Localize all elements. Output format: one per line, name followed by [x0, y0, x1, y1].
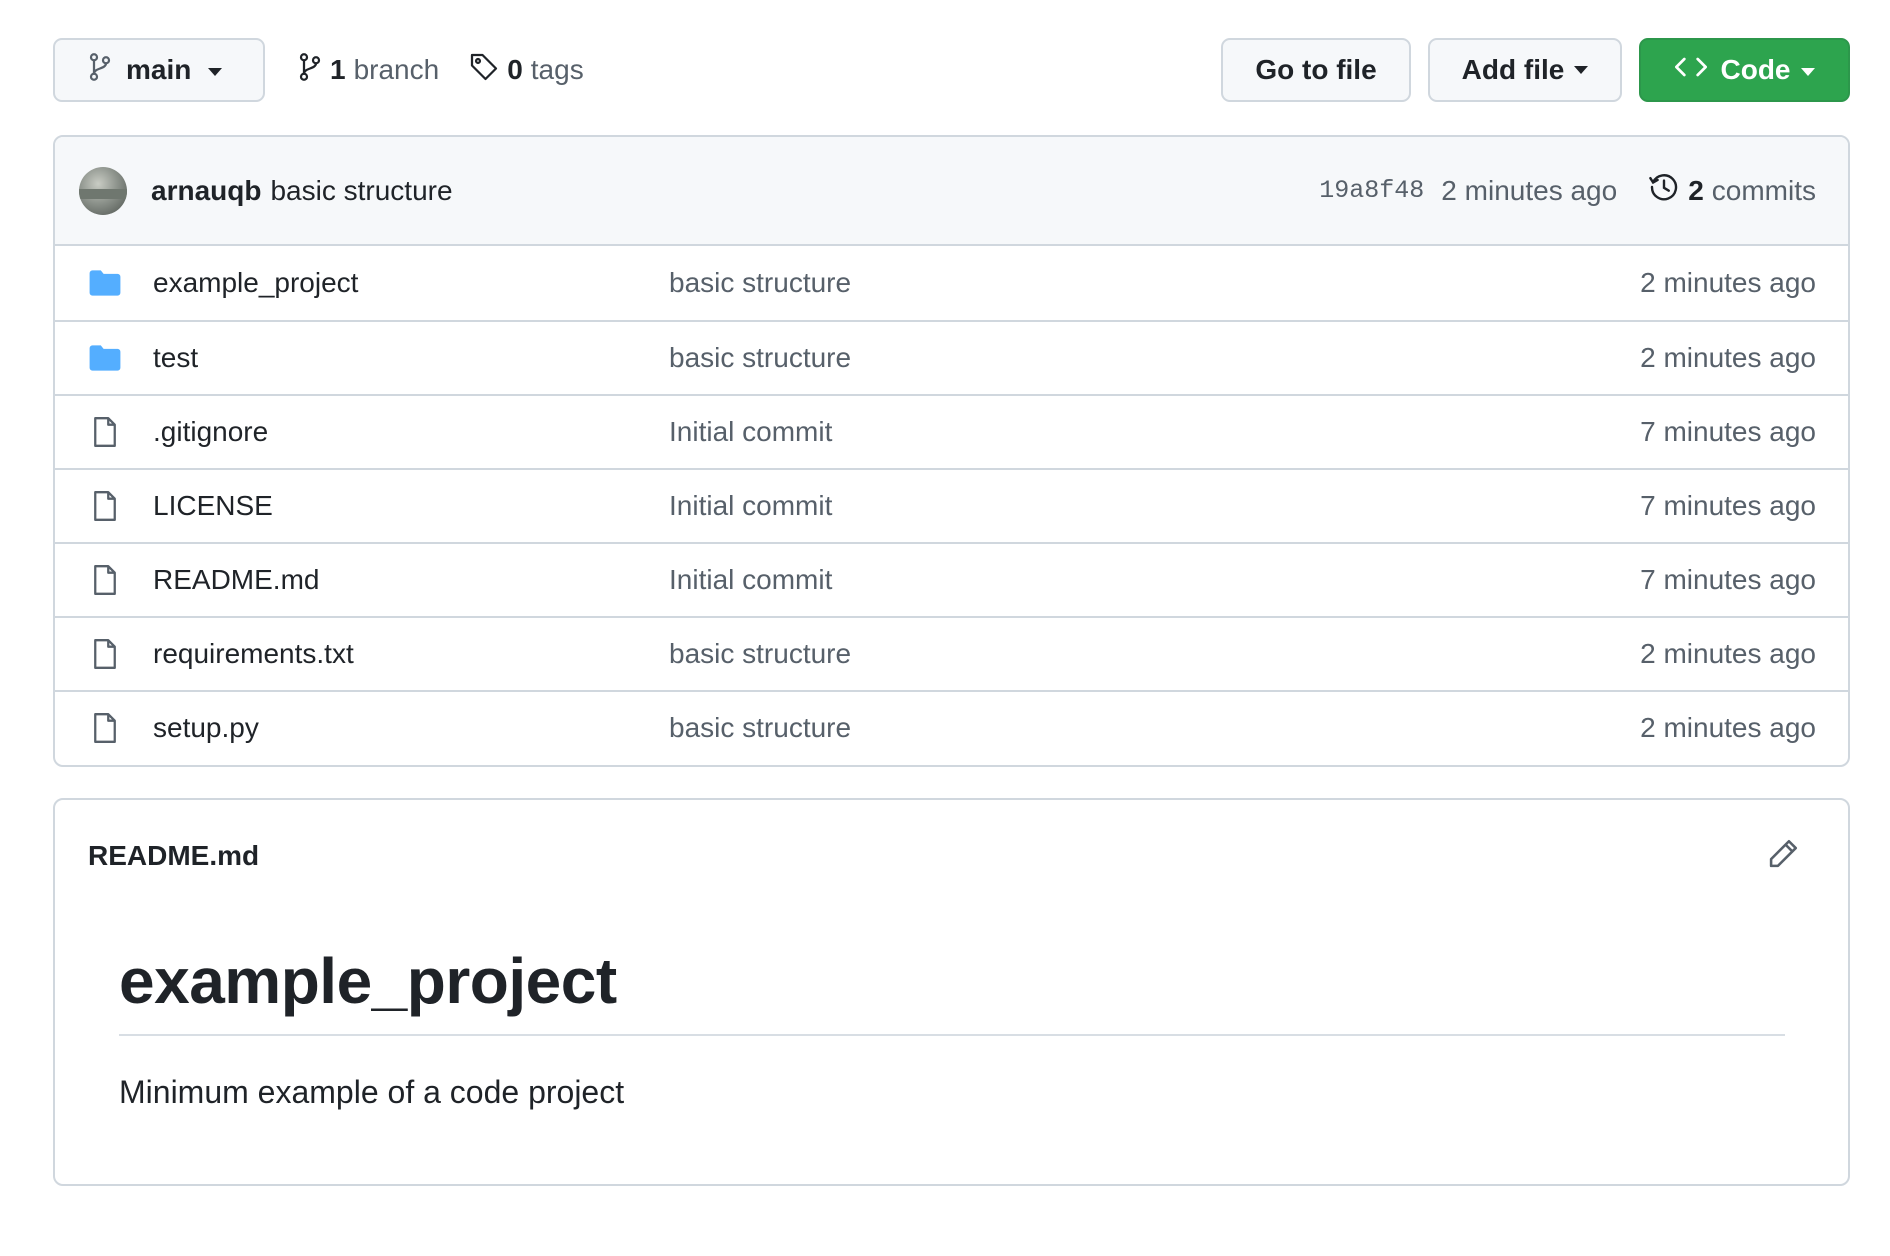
- avatar[interactable]: [79, 166, 127, 215]
- go-to-file-label: Go to file: [1255, 54, 1377, 85]
- file-name-link[interactable]: README.md: [153, 564, 669, 596]
- branch-select-button[interactable]: main: [53, 38, 265, 102]
- readme-content: example_project Minimum example of a cod…: [55, 912, 1848, 1111]
- commit-message-link[interactable]: basic structure: [270, 175, 452, 207]
- commit-count: 2: [1688, 174, 1704, 206]
- add-file-label: Add file: [1461, 54, 1565, 85]
- file-commit-message-link[interactable]: basic structure: [669, 267, 1640, 299]
- code-icon: [1674, 54, 1707, 86]
- file-commit-message-link[interactable]: Initial commit: [669, 490, 1640, 522]
- chevron-down-icon: [208, 67, 223, 76]
- file-row[interactable]: test basic structure 2 minutes ago: [55, 320, 1848, 394]
- file-icon: [87, 710, 123, 746]
- pencil-icon[interactable]: [1766, 837, 1800, 876]
- file-commit-message-link[interactable]: Initial commit: [669, 564, 1640, 596]
- file-row[interactable]: LICENSE Initial commit 7 minutes ago: [55, 468, 1848, 542]
- readme-heading: example_project: [119, 912, 1785, 1036]
- tags-link[interactable]: 0 tags: [469, 52, 584, 89]
- repo-toolbar: main 1 branch 0 tags Go to file Add file…: [53, 38, 1850, 102]
- file-commit-time: 7 minutes ago: [1640, 490, 1816, 521]
- git-branch-icon: [88, 52, 112, 89]
- file-name-link[interactable]: test: [153, 342, 669, 374]
- file-name-link[interactable]: setup.py: [153, 712, 669, 744]
- file-list: example_project basic structure 2 minutes …: [55, 246, 1848, 764]
- file-name-link[interactable]: .gitignore: [153, 416, 669, 448]
- go-to-file-button[interactable]: Go to file: [1221, 38, 1411, 102]
- commit-label: commits: [1711, 174, 1816, 206]
- history-icon: [1648, 171, 1680, 210]
- code-button[interactable]: Code: [1639, 38, 1850, 102]
- tag-count: 0: [507, 54, 523, 85]
- branch-count: 1: [330, 54, 346, 85]
- file-commit-message-link[interactable]: basic structure: [669, 342, 1640, 374]
- git-branch-icon: [298, 52, 322, 89]
- chevron-down-icon: [1574, 66, 1589, 74]
- file-icon: [87, 488, 123, 524]
- file-icon: [87, 562, 123, 598]
- readme-panel: README.md example_project Minimum exampl…: [53, 798, 1850, 1186]
- file-commit-message-link[interactable]: basic structure: [669, 712, 1640, 744]
- file-browser: arnauqb basic structure 19a8f48 2 minute…: [53, 135, 1850, 767]
- readme-header: README.md: [55, 800, 1848, 912]
- commit-time: 2 minutes ago: [1441, 174, 1618, 206]
- code-label: Code: [1720, 54, 1791, 85]
- file-row[interactable]: setup.py basic structure 2 minutes ago: [55, 690, 1848, 764]
- file-row[interactable]: requirements.txt basic structure 2 minutes…: [55, 616, 1848, 690]
- file-commit-message-link[interactable]: Initial commit: [669, 416, 1640, 448]
- latest-commit-bar: arnauqb basic structure 19a8f48 2 minute…: [55, 137, 1848, 246]
- file-row[interactable]: example_project basic structure 2 minutes …: [55, 246, 1848, 320]
- commit-sha-link[interactable]: 19a8f48: [1319, 176, 1424, 205]
- file-row[interactable]: .gitignore Initial commit 7 minutes ago: [55, 394, 1848, 468]
- branch-label: branch: [353, 54, 440, 85]
- file-commit-time: 2 minutes ago: [1640, 638, 1816, 669]
- file-commit-time: 2 minutes ago: [1640, 267, 1816, 298]
- commits-history-link[interactable]: 2 commits: [1648, 171, 1816, 210]
- branches-link[interactable]: 1 branch: [298, 52, 439, 89]
- folder-icon: [87, 340, 123, 376]
- folder-icon: [87, 265, 123, 301]
- file-commit-time: 2 minutes ago: [1640, 712, 1816, 743]
- file-row[interactable]: README.md Initial commit 7 minutes ago: [55, 542, 1848, 616]
- file-commit-time: 2 minutes ago: [1640, 342, 1816, 373]
- file-icon: [87, 414, 123, 450]
- tag-label: tags: [530, 54, 584, 85]
- file-commit-time: 7 minutes ago: [1640, 416, 1816, 447]
- file-name-link[interactable]: requirements.txt: [153, 638, 669, 670]
- branch-name: main: [126, 54, 192, 85]
- readme-paragraph: Minimum example of a code project: [119, 1074, 625, 1110]
- readme-filename-link[interactable]: README.md: [88, 840, 259, 872]
- add-file-button[interactable]: Add file: [1428, 38, 1622, 102]
- commit-author-link[interactable]: arnauqb: [151, 175, 261, 207]
- file-icon: [87, 636, 123, 672]
- file-commit-message-link[interactable]: basic structure: [669, 638, 1640, 670]
- file-commit-time: 7 minutes ago: [1640, 564, 1816, 595]
- file-name-link[interactable]: LICENSE: [153, 490, 669, 522]
- repo-page: main 1 branch 0 tags Go to file Add file…: [0, 0, 1890, 1256]
- file-name-link[interactable]: example_project: [153, 267, 669, 299]
- chevron-down-icon: [1800, 67, 1815, 76]
- tag-icon: [469, 52, 499, 89]
